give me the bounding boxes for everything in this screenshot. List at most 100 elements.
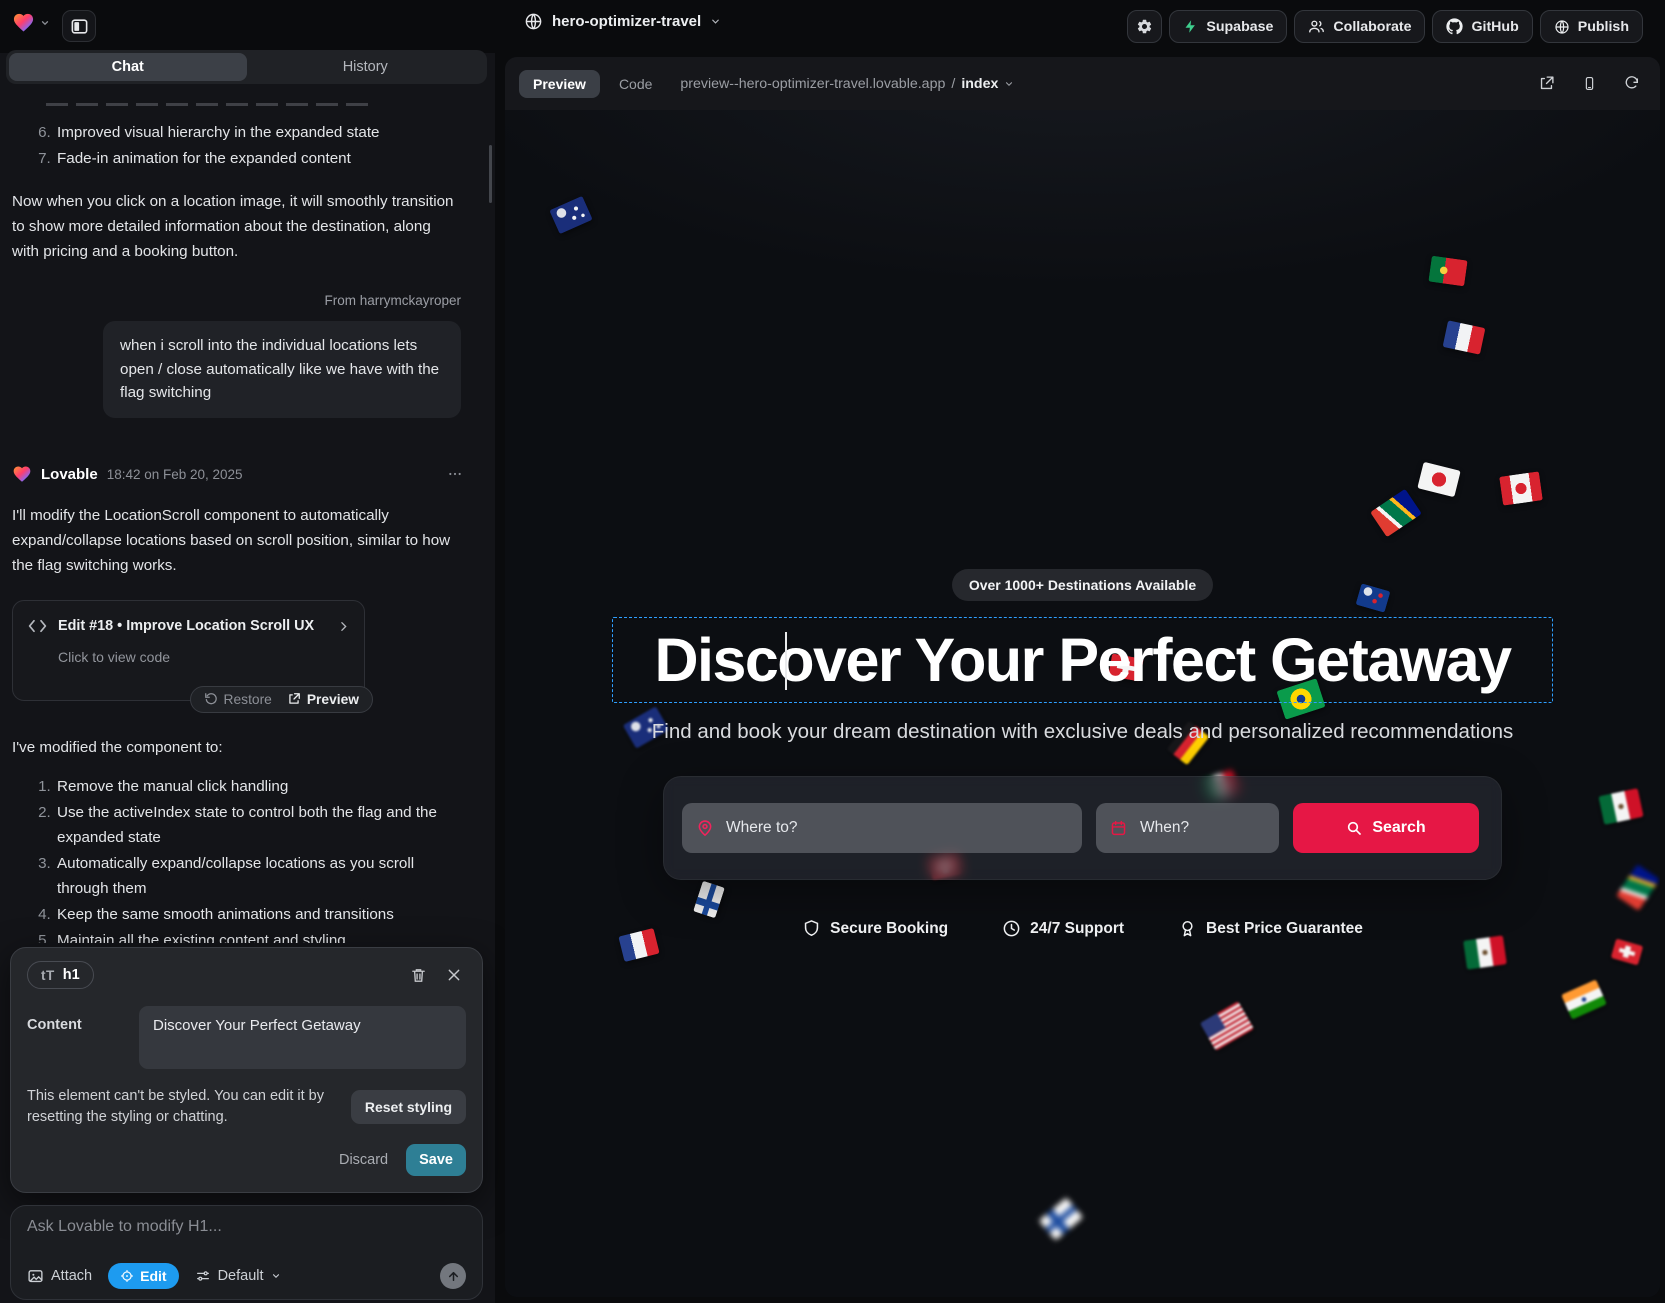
assistant-message-header: Lovable 18:42 on Feb 20, 2025 [12,462,469,487]
tab-history[interactable]: History [247,53,485,81]
list-item: Fade-in animation for the expanded conte… [55,146,469,171]
assistant-list-top: Improved visual hierarchy in the expande… [12,120,469,171]
destinations-badge: Over 1000+ Destinations Available [952,569,1213,601]
feature-best-price: Best Price Guarantee [1178,919,1363,938]
feature-label: 24/7 Support [1030,920,1124,938]
text-caret [785,632,787,690]
settings-button[interactable] [1127,10,1162,43]
feature-label: Secure Booking [830,920,948,938]
content-label: Content [27,1006,139,1069]
user-message-bubble: when i scroll into the individual locati… [103,321,461,418]
content-textarea[interactable]: Discover Your Perfect Getaway [139,1006,466,1069]
url-page: index [961,76,998,92]
message-menu-icon[interactable] [447,466,463,482]
h1-selection-outline[interactable]: Discover Your Perfect Getaway [612,617,1553,703]
mobile-view-icon[interactable] [1582,75,1597,92]
gear-icon [1136,18,1153,35]
flag-mexico-icon [1463,935,1507,969]
project-switcher[interactable]: hero-optimizer-travel [524,12,721,31]
refresh-icon[interactable] [1624,75,1640,92]
element-tag-pill: tT h1 [27,961,94,989]
edit-card-subtitle: Click to view code [58,645,350,670]
delete-element-icon[interactable] [410,967,427,984]
flag-usa-icon [1200,1001,1254,1051]
calendar-icon [1110,820,1127,837]
sidebar-toggle-button[interactable] [62,10,96,42]
flag-india-icon [1561,979,1607,1019]
sidebar-toggle-icon [70,17,89,36]
award-icon [1178,919,1197,938]
globe-icon [524,12,543,31]
chat-input[interactable] [27,1218,466,1252]
sidebar-tabs: Chat History [6,50,487,84]
publish-globe-icon [1554,19,1570,35]
lovable-heart-icon [12,11,35,34]
assistant-paragraph: I'll modify the LocationScroll component… [12,503,456,578]
search-button[interactable]: Search [1293,803,1479,853]
chat-messages: Improved visual hierarchy in the expande… [0,93,495,943]
list-item: Use the activeIndex state to control bot… [55,800,469,850]
edit-version-card[interactable]: Edit #18 • Improve Location Scroll UX Cl… [12,600,365,701]
chevron-down-icon [1004,79,1014,89]
supabase-bolt-icon [1183,19,1198,34]
lovable-logo-menu[interactable] [12,11,50,34]
preview-version-button[interactable]: Preview [287,687,359,712]
close-icon[interactable] [446,967,462,984]
attach-button[interactable]: Attach [27,1268,92,1285]
preview-version-label: Preview [307,687,359,712]
collaborate-button[interactable]: Collaborate [1294,10,1425,43]
restore-button[interactable]: Restore [204,687,272,712]
chevron-right-icon [337,620,350,633]
chat-sidebar: Chat History Improved visual hierarchy i… [0,53,495,1303]
supabase-label: Supabase [1206,19,1273,35]
flag-switzerland-icon [1611,939,1643,966]
preview-url[interactable]: preview--hero-optimizer-travel.lovable.a… [680,76,1014,92]
url-separator: / [951,76,955,92]
discard-button[interactable]: Discard [339,1152,388,1168]
tab-code[interactable]: Code [619,76,652,92]
version-actions-pill: Restore Preview [190,686,373,713]
preview-toolbar: Preview Code preview--hero-optimizer-tra… [505,57,1660,110]
hero-title[interactable]: Discover Your Perfect Getaway [654,625,1510,695]
tab-preview[interactable]: Preview [519,70,600,98]
save-button[interactable]: Save [406,1144,466,1176]
publish-button[interactable]: Publish [1540,10,1643,43]
reset-styling-button[interactable]: Reset styling [351,1090,466,1124]
mode-label: Default [218,1268,264,1284]
flag-portugal-icon [1428,256,1467,287]
supabase-button[interactable]: Supabase [1169,10,1287,43]
feature-support: 24/7 Support [1002,919,1124,938]
restore-label: Restore [224,687,272,712]
project-name: hero-optimizer-travel [552,13,701,30]
flag-south_africa-icon [1370,489,1422,537]
feature-secure-booking: Secure Booking [802,919,948,938]
open-in-new-tab-icon[interactable] [1538,75,1555,92]
destination-field[interactable] [682,803,1082,853]
github-button[interactable]: GitHub [1432,10,1532,43]
flag-japan-icon [1417,462,1460,497]
edit-mode-button[interactable]: Edit [108,1263,178,1289]
publish-label: Publish [1578,19,1629,35]
tab-chat[interactable]: Chat [9,53,247,81]
clipped-text-line [46,103,376,106]
flag-australia-icon [549,196,592,234]
attach-label: Attach [51,1268,92,1284]
top-bar: hero-optimizer-travel Supabase Collabora… [0,0,1665,53]
github-icon [1446,18,1463,35]
list-item: Improved visual hierarchy in the expande… [55,120,469,145]
hero-subtitle: Find and book your dream destination wit… [652,720,1514,744]
code-icon [27,618,48,634]
hero-section: Over 1000+ Destinations Available Discov… [505,569,1660,938]
list-item: Automatically expand/collapse locations … [55,851,469,901]
text-type-icon: tT [41,968,55,983]
mode-selector[interactable]: Default [195,1268,281,1284]
preview-panel: Preview Code preview--hero-optimizer-tra… [505,57,1660,1297]
send-button[interactable] [440,1263,466,1289]
location-pin-icon [696,819,714,837]
people-icon [1308,18,1325,35]
assistant-list-bottom: Remove the manual click handlingUse the … [12,774,469,944]
where-to-input[interactable] [682,803,1082,853]
date-field[interactable] [1096,803,1279,853]
search-label: Search [1372,819,1425,837]
flag-france-icon [1443,320,1486,354]
